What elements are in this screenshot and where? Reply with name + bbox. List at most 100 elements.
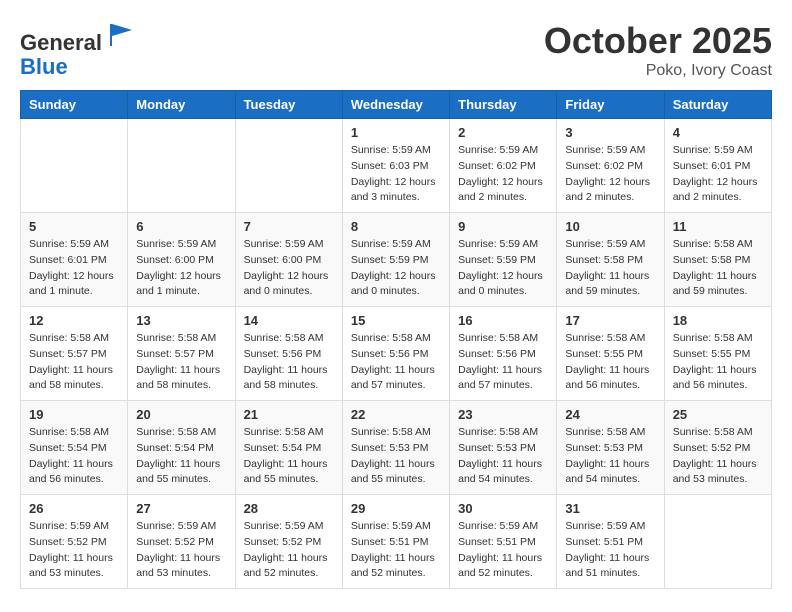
day-info: Sunrise: 5:59 AM Sunset: 5:52 PM Dayligh… bbox=[29, 519, 119, 582]
day-info: Sunrise: 5:59 AM Sunset: 6:02 PM Dayligh… bbox=[458, 143, 548, 206]
calendar-cell bbox=[21, 119, 128, 213]
calendar-week-5: 26 Sunrise: 5:59 AM Sunset: 5:52 PM Dayli… bbox=[21, 495, 772, 589]
day-number: 6 bbox=[136, 219, 226, 234]
logo-blue: Blue bbox=[20, 54, 68, 79]
day-info: Sunrise: 5:59 AM Sunset: 5:59 PM Dayligh… bbox=[458, 237, 548, 300]
calendar-header-row: SundayMondayTuesdayWednesdayThursdayFrid… bbox=[21, 91, 772, 119]
day-number: 16 bbox=[458, 313, 548, 328]
day-info: Sunrise: 5:58 AM Sunset: 5:56 PM Dayligh… bbox=[244, 331, 334, 394]
day-number: 28 bbox=[244, 501, 334, 516]
day-number: 8 bbox=[351, 219, 441, 234]
calendar-cell: 18 Sunrise: 5:58 AM Sunset: 5:55 PM Dayli… bbox=[664, 307, 771, 401]
calendar-cell: 4Sunrise: 5:59 AM Sunset: 6:01 PM Daylig… bbox=[664, 119, 771, 213]
calendar-cell: 21 Sunrise: 5:58 AM Sunset: 5:54 PM Dayli… bbox=[235, 401, 342, 495]
calendar-cell bbox=[128, 119, 235, 213]
calendar-cell: 3 Sunrise: 5:59 AM Sunset: 6:02 PM Daylig… bbox=[557, 119, 664, 213]
calendar-cell: 14 Sunrise: 5:58 AM Sunset: 5:56 PM Dayli… bbox=[235, 307, 342, 401]
calendar-cell: 15 Sunrise: 5:58 AM Sunset: 5:56 PM Dayli… bbox=[342, 307, 449, 401]
calendar-cell: 9Sunrise: 5:59 AM Sunset: 5:59 PM Daylig… bbox=[450, 213, 557, 307]
day-info: Sunrise: 5:59 AM Sunset: 5:51 PM Dayligh… bbox=[351, 519, 441, 582]
day-info: Sunrise: 5:58 AM Sunset: 5:56 PM Dayligh… bbox=[458, 331, 548, 394]
weekday-header-thursday: Thursday bbox=[450, 91, 557, 119]
day-number: 26 bbox=[29, 501, 119, 516]
weekday-header-sunday: Sunday bbox=[21, 91, 128, 119]
calendar-cell: 23 Sunrise: 5:58 AM Sunset: 5:53 PM Dayli… bbox=[450, 401, 557, 495]
calendar-cell: 6 Sunrise: 5:59 AM Sunset: 6:00 PM Daylig… bbox=[128, 213, 235, 307]
calendar-cell: 12 Sunrise: 5:58 AM Sunset: 5:57 PM Dayli… bbox=[21, 307, 128, 401]
day-info: Sunrise: 5:59 AM Sunset: 6:00 PM Dayligh… bbox=[244, 237, 334, 300]
day-info: Sunrise: 5:59 AM Sunset: 5:59 PM Dayligh… bbox=[351, 237, 441, 300]
day-number: 18 bbox=[673, 313, 763, 328]
calendar-cell: 5 Sunrise: 5:59 AM Sunset: 6:01 PM Daylig… bbox=[21, 213, 128, 307]
day-info: Sunrise: 5:59 AM Sunset: 6:00 PM Dayligh… bbox=[136, 237, 226, 300]
calendar-cell: 29 Sunrise: 5:59 AM Sunset: 5:51 PM Dayli… bbox=[342, 495, 449, 589]
day-info: Sunrise: 5:58 AM Sunset: 5:57 PM Dayligh… bbox=[136, 331, 226, 394]
day-info: Sunrise: 5:58 AM Sunset: 5:55 PM Dayligh… bbox=[565, 331, 655, 394]
day-info: Sunrise: 5:58 AM Sunset: 5:55 PM Dayligh… bbox=[673, 331, 763, 394]
day-number: 2 bbox=[458, 125, 548, 140]
day-info: Sunrise: 5:58 AM Sunset: 5:56 PM Dayligh… bbox=[351, 331, 441, 394]
day-number: 1 bbox=[351, 125, 441, 140]
day-number: 22 bbox=[351, 407, 441, 422]
day-number: 24 bbox=[565, 407, 655, 422]
day-info: Sunrise: 5:58 AM Sunset: 5:58 PM Dayligh… bbox=[673, 237, 763, 300]
calendar-cell: 2 Sunrise: 5:59 AM Sunset: 6:02 PM Daylig… bbox=[450, 119, 557, 213]
day-number: 11 bbox=[673, 219, 763, 234]
location: Poko, Ivory Coast bbox=[544, 62, 772, 80]
day-number: 27 bbox=[136, 501, 226, 516]
calendar-cell: 25Sunrise: 5:58 AM Sunset: 5:52 PM Dayli… bbox=[664, 401, 771, 495]
title-block: October 2025 Poko, Ivory Coast bbox=[544, 20, 772, 80]
calendar-cell bbox=[235, 119, 342, 213]
day-info: Sunrise: 5:58 AM Sunset: 5:53 PM Dayligh… bbox=[351, 425, 441, 488]
day-info: Sunrise: 5:58 AM Sunset: 5:53 PM Dayligh… bbox=[458, 425, 548, 488]
day-info: Sunrise: 5:58 AM Sunset: 5:54 PM Dayligh… bbox=[29, 425, 119, 488]
day-info: Sunrise: 5:58 AM Sunset: 5:54 PM Dayligh… bbox=[244, 425, 334, 488]
day-info: Sunrise: 5:59 AM Sunset: 5:52 PM Dayligh… bbox=[244, 519, 334, 582]
calendar-cell: 16 Sunrise: 5:58 AM Sunset: 5:56 PM Dayli… bbox=[450, 307, 557, 401]
calendar-week-1: 1 Sunrise: 5:59 AM Sunset: 6:03 PM Daylig… bbox=[21, 119, 772, 213]
day-info: Sunrise: 5:59 AM Sunset: 5:52 PM Dayligh… bbox=[136, 519, 226, 582]
calendar-cell: 1 Sunrise: 5:59 AM Sunset: 6:03 PM Daylig… bbox=[342, 119, 449, 213]
day-info: Sunrise: 5:59 AM Sunset: 6:01 PM Dayligh… bbox=[29, 237, 119, 300]
day-number: 5 bbox=[29, 219, 119, 234]
day-number: 7 bbox=[244, 219, 334, 234]
logo-flag-icon bbox=[106, 20, 136, 50]
day-number: 21 bbox=[244, 407, 334, 422]
weekday-header-saturday: Saturday bbox=[664, 91, 771, 119]
weekday-header-friday: Friday bbox=[557, 91, 664, 119]
day-number: 10 bbox=[565, 219, 655, 234]
logo-general: General bbox=[20, 30, 102, 55]
weekday-header-tuesday: Tuesday bbox=[235, 91, 342, 119]
day-number: 23 bbox=[458, 407, 548, 422]
calendar-cell: 17Sunrise: 5:58 AM Sunset: 5:55 PM Dayli… bbox=[557, 307, 664, 401]
day-number: 31 bbox=[565, 501, 655, 516]
calendar-week-2: 5 Sunrise: 5:59 AM Sunset: 6:01 PM Daylig… bbox=[21, 213, 772, 307]
day-info: Sunrise: 5:59 AM Sunset: 5:51 PM Dayligh… bbox=[565, 519, 655, 582]
weekday-header-monday: Monday bbox=[128, 91, 235, 119]
day-number: 14 bbox=[244, 313, 334, 328]
day-number: 29 bbox=[351, 501, 441, 516]
logo: General Blue bbox=[20, 20, 136, 79]
day-info: Sunrise: 5:59 AM Sunset: 5:58 PM Dayligh… bbox=[565, 237, 655, 300]
day-number: 19 bbox=[29, 407, 119, 422]
calendar-week-4: 19 Sunrise: 5:58 AM Sunset: 5:54 PM Dayli… bbox=[21, 401, 772, 495]
day-number: 15 bbox=[351, 313, 441, 328]
calendar-cell: 28 Sunrise: 5:59 AM Sunset: 5:52 PM Dayli… bbox=[235, 495, 342, 589]
day-info: Sunrise: 5:59 AM Sunset: 6:03 PM Dayligh… bbox=[351, 143, 441, 206]
day-info: Sunrise: 5:58 AM Sunset: 5:54 PM Dayligh… bbox=[136, 425, 226, 488]
weekday-header-wednesday: Wednesday bbox=[342, 91, 449, 119]
calendar-cell: 24Sunrise: 5:58 AM Sunset: 5:53 PM Dayli… bbox=[557, 401, 664, 495]
calendar-week-3: 12 Sunrise: 5:58 AM Sunset: 5:57 PM Dayli… bbox=[21, 307, 772, 401]
day-number: 3 bbox=[565, 125, 655, 140]
day-number: 4 bbox=[673, 125, 763, 140]
calendar-cell: 8 Sunrise: 5:59 AM Sunset: 5:59 PM Daylig… bbox=[342, 213, 449, 307]
calendar-cell: 20Sunrise: 5:58 AM Sunset: 5:54 PM Dayli… bbox=[128, 401, 235, 495]
day-info: Sunrise: 5:59 AM Sunset: 6:02 PM Dayligh… bbox=[565, 143, 655, 206]
day-number: 30 bbox=[458, 501, 548, 516]
day-number: 12 bbox=[29, 313, 119, 328]
month-title: October 2025 bbox=[544, 20, 772, 62]
calendar-cell: 13Sunrise: 5:58 AM Sunset: 5:57 PM Dayli… bbox=[128, 307, 235, 401]
calendar-cell: 31 Sunrise: 5:59 AM Sunset: 5:51 PM Dayli… bbox=[557, 495, 664, 589]
calendar-cell: 10 Sunrise: 5:59 AM Sunset: 5:58 PM Dayli… bbox=[557, 213, 664, 307]
day-info: Sunrise: 5:58 AM Sunset: 5:57 PM Dayligh… bbox=[29, 331, 119, 394]
